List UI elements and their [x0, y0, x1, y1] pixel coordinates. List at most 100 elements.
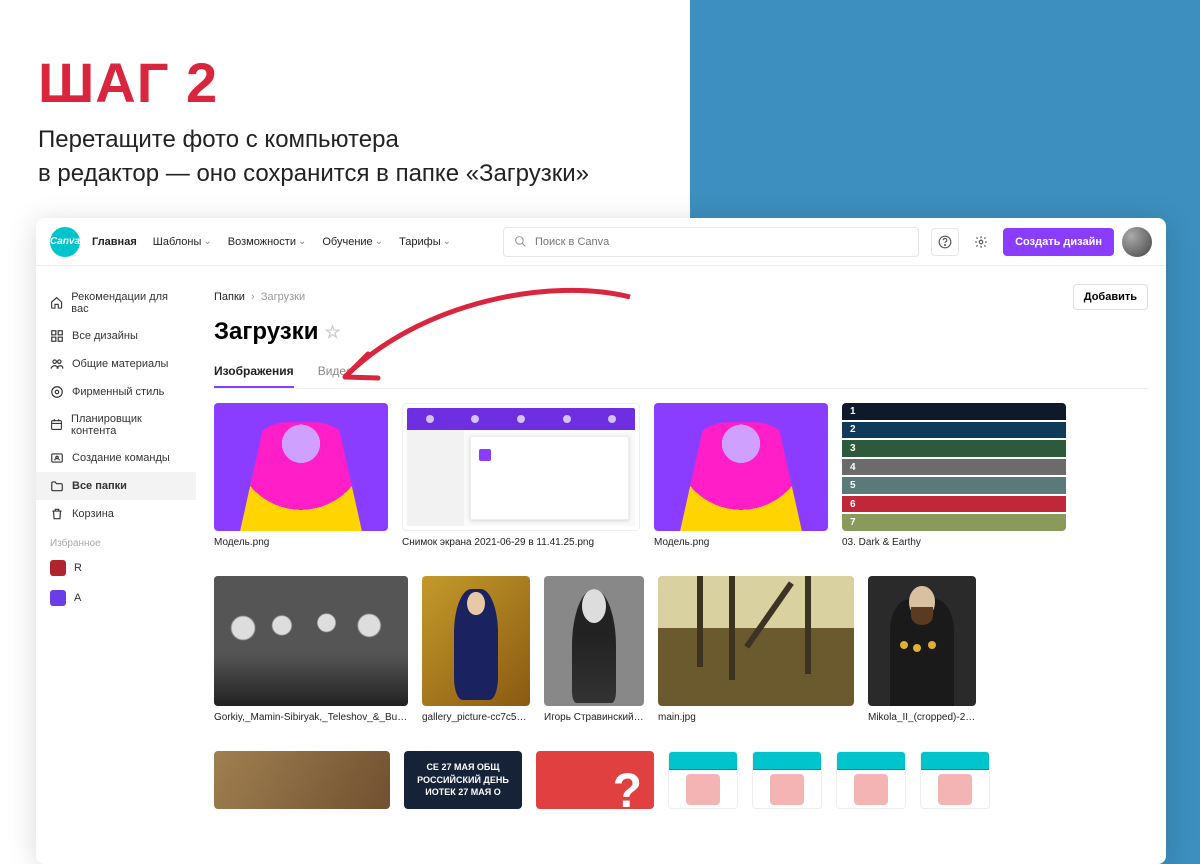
star-icon[interactable]: ☆: [324, 322, 340, 343]
thumbnail: [654, 403, 828, 531]
breadcrumb: Папки › Загрузки Добавить: [214, 284, 1148, 310]
tabs: Изображения Видео: [214, 364, 1148, 389]
file-caption: 03. Dark & Earthy: [842, 537, 1066, 548]
sidebar-item-calendar[interactable]: Планировщик контента: [36, 406, 196, 444]
favorite-item-A[interactable]: A: [36, 583, 196, 613]
hero: ШАГ 2 Перетащите фото с компьютерав реда…: [38, 50, 589, 190]
thumbnail: [402, 403, 640, 531]
file-card[interactable]: [752, 751, 822, 809]
thumbnail: [668, 751, 738, 809]
topbar-tools: Создать дизайн: [931, 227, 1152, 257]
content-area: Папки › Загрузки Добавить Загрузки ☆ Изо…: [196, 266, 1166, 864]
thumbnail: [544, 576, 644, 706]
favorite-label: R: [74, 562, 82, 574]
file-card[interactable]: Игорь Стравинский.jpg: [544, 576, 644, 723]
brand-icon: [50, 385, 64, 399]
top-menu: Главная Шаблоны Возможности Обучение Тарифы: [92, 236, 451, 248]
file-card[interactable]: Gorkiy,_Mamin-Sibiryak,_Teleshov_&_Bunin…: [214, 576, 408, 723]
file-card[interactable]: [668, 751, 738, 809]
favorite-item-R[interactable]: R: [36, 553, 196, 583]
tab-1[interactable]: Видео: [318, 364, 353, 388]
thumbnail: [214, 576, 408, 706]
search-box[interactable]: [503, 227, 919, 257]
menu-item-4[interactable]: Тарифы: [399, 236, 451, 248]
sidebar-item-label: Все дизайны: [72, 330, 138, 342]
sidebar-item-home[interactable]: Рекомендации для вас: [36, 284, 196, 322]
tab-0[interactable]: Изображения: [214, 364, 294, 388]
thumbnail: СЕ 27 МАЯ ОБЩРОССИЙСКИЙ ДЕНЬИОТЕК 27 МАЯ…: [404, 751, 522, 809]
file-card[interactable]: [836, 751, 906, 809]
topbar: Canva Главная Шаблоны Возможности Обучение Т…: [36, 218, 1166, 266]
thumbnail: [920, 751, 990, 809]
sidebar-item-users[interactable]: Общие материалы: [36, 350, 196, 378]
logo[interactable]: Canva: [50, 227, 80, 257]
thumbnail: [658, 576, 854, 706]
menu-item-2[interactable]: Возможности: [228, 236, 307, 248]
sidebar: Рекомендации для вас Все дизайны Общие мат…: [36, 266, 196, 864]
file-card[interactable]: ?: [536, 751, 654, 809]
file-card[interactable]: main.jpg: [658, 576, 854, 723]
add-button[interactable]: Добавить: [1073, 284, 1148, 310]
file-card[interactable]: 123456703. Dark & Earthy: [842, 403, 1066, 548]
sidebar-item-label: Корзина: [72, 508, 114, 520]
avatar[interactable]: [1122, 227, 1152, 257]
favorite-label: A: [74, 592, 81, 604]
thumbnail: ?: [536, 751, 654, 809]
sidebar-item-team[interactable]: Создание команды: [36, 444, 196, 472]
file-caption: Снимок экрана 2021-06-29 в 11.41.25.png: [402, 537, 640, 548]
help-button[interactable]: [931, 228, 959, 256]
file-card[interactable]: Mikola_II_(cropped)-2.jpg...: [868, 576, 976, 723]
menu-item-3[interactable]: Обучение: [322, 236, 383, 248]
sidebar-item-folder[interactable]: Все папки: [36, 472, 196, 500]
file-caption: Модель.png: [654, 537, 828, 548]
home-icon: [50, 296, 63, 310]
file-card[interactable]: gallery_picture-cc7c53eb-522b...: [422, 576, 530, 723]
breadcrumb-current: Загрузки: [261, 291, 305, 303]
sidebar-item-grid[interactable]: Все дизайны: [36, 322, 196, 350]
file-caption: Gorkiy,_Mamin-Sibiryak,_Teleshov_&_Bunin…: [214, 712, 408, 723]
step-title: ШАГ 2: [38, 50, 589, 115]
file-caption: Mikola_II_(cropped)-2.jpg...: [868, 712, 976, 723]
create-design-button[interactable]: Создать дизайн: [1003, 228, 1114, 256]
file-caption: Модель.png: [214, 537, 388, 548]
favorite-badge-icon: [50, 590, 66, 606]
thumbnail: [836, 751, 906, 809]
search-icon: [514, 235, 527, 248]
step-subtitle: Перетащите фото с компьютерав редактор —…: [38, 123, 589, 190]
sidebar-item-label: Общие материалы: [72, 358, 168, 370]
team-icon: [50, 451, 64, 465]
thumbnail: [868, 576, 976, 706]
thumbnail: [214, 751, 390, 809]
file-caption: main.jpg: [658, 712, 854, 723]
sidebar-item-brand[interactable]: Фирменный стиль: [36, 378, 196, 406]
trash-icon: [50, 507, 64, 521]
page-title-row: Загрузки ☆: [214, 318, 1148, 346]
gear-icon: [974, 235, 988, 249]
file-card[interactable]: [920, 751, 990, 809]
settings-button[interactable]: [967, 228, 995, 256]
help-icon: [938, 235, 952, 249]
page-title: Загрузки: [214, 318, 318, 346]
folder-icon: [50, 479, 64, 493]
calendar-icon: [50, 418, 63, 432]
sidebar-item-label: Все папки: [72, 480, 127, 492]
sidebar-item-trash[interactable]: Корзина: [36, 500, 196, 528]
sidebar-item-label: Фирменный стиль: [72, 386, 164, 398]
thumbnail: [752, 751, 822, 809]
file-caption: gallery_picture-cc7c53eb-522b...: [422, 712, 530, 723]
file-card[interactable]: [214, 751, 390, 809]
file-card[interactable]: Модель.png: [214, 403, 388, 548]
sidebar-item-label: Планировщик контента: [71, 413, 182, 437]
menu-item-0[interactable]: Главная: [92, 236, 137, 248]
menu-item-1[interactable]: Шаблоны: [153, 236, 212, 248]
favorites-heading: Избранное: [36, 528, 196, 553]
file-card[interactable]: Модель.png: [654, 403, 828, 548]
sidebar-item-label: Создание команды: [72, 452, 170, 464]
thumbnail: [214, 403, 388, 531]
search-input[interactable]: [535, 236, 908, 248]
grid-icon: [50, 329, 64, 343]
file-card[interactable]: Снимок экрана 2021-06-29 в 11.41.25.png: [402, 403, 640, 548]
file-card[interactable]: СЕ 27 МАЯ ОБЩРОССИЙСКИЙ ДЕНЬИОТЕК 27 МАЯ…: [404, 751, 522, 809]
breadcrumb-parent[interactable]: Папки: [214, 291, 245, 303]
favorite-badge-icon: [50, 560, 66, 576]
